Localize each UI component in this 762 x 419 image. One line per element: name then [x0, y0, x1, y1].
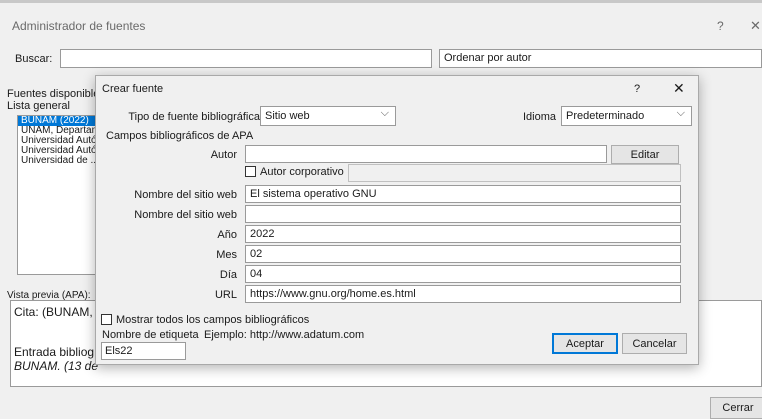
website-name-input-2[interactable]	[245, 205, 681, 223]
corporate-author-label: Autor corporativo	[260, 166, 344, 178]
language-select[interactable]: Predeterminado ⌵	[561, 106, 692, 126]
window-top-border	[0, 0, 762, 3]
search-label: Buscar:	[15, 53, 53, 65]
chevron-down-icon: ⌵	[380, 107, 389, 119]
show-all-fields-checkbox[interactable]	[101, 314, 112, 325]
close-button[interactable]: Cerrar	[710, 397, 762, 419]
search-input[interactable]	[60, 49, 432, 68]
tag-example-text: Ejemplo: http://www.adatum.com	[204, 329, 365, 341]
list-item[interactable]: Universidad de ...	[18, 156, 106, 166]
help-button[interactable]: ?	[717, 19, 724, 33]
url-label: URL	[214, 289, 237, 301]
dialog-title: Crear fuente	[102, 83, 164, 95]
edit-author-button[interactable]: Editar	[611, 145, 679, 164]
corporate-author-checkbox[interactable]	[245, 166, 256, 177]
sort-dropdown[interactable]: Ordenar por autor	[439, 49, 762, 68]
dialog-help-button[interactable]: ?	[634, 83, 640, 95]
day-label: Día	[219, 269, 237, 281]
window-title: Administrador de fuentes	[12, 19, 146, 33]
month-label: Mes	[216, 249, 237, 261]
preview-entry-label: Entrada bibliog	[14, 345, 95, 359]
month-input[interactable]: 02	[245, 245, 681, 263]
website-name-label: Nombre del sitio web	[134, 189, 237, 201]
website-name-input[interactable]: El sistema operativo GNU	[245, 185, 681, 203]
chevron-down-icon: ⌵	[676, 107, 685, 119]
source-type-value: Sitio web	[265, 110, 310, 122]
close-icon[interactable]: ✕	[750, 18, 761, 34]
author-input[interactable]	[245, 145, 607, 163]
language-label: Idioma	[523, 111, 557, 123]
master-list-label: Lista general	[7, 100, 70, 112]
preview-citation: Cita: (BUNAM,	[14, 305, 93, 319]
accept-button[interactable]: Aceptar	[552, 333, 618, 354]
show-all-fields-label: Mostrar todos los campos bibliográficos	[116, 314, 310, 326]
cancel-button[interactable]: Cancelar	[622, 333, 687, 354]
author-label: Autor	[210, 149, 237, 161]
apa-fields-heading: Campos bibliográficos de APA	[106, 130, 254, 142]
master-source-list[interactable]: BUNAM (2022) UNAM, Departamento... Unive…	[17, 115, 107, 275]
create-source-dialog: Crear fuente ? ✕ Tipo de fuente bibliogr…	[95, 75, 699, 365]
day-input[interactable]: 04	[245, 265, 681, 283]
url-input[interactable]: https://www.gnu.org/home.es.html	[245, 285, 681, 303]
tag-name-label: Nombre de etiqueta	[102, 329, 199, 341]
source-type-label: Tipo de fuente bibliográfica	[128, 111, 260, 123]
dialog-close-icon[interactable]: ✕	[673, 80, 685, 97]
website-name-label-2: Nombre del sitio web	[134, 209, 237, 221]
year-input[interactable]: 2022	[245, 225, 681, 243]
source-type-select[interactable]: Sitio web ⌵	[260, 106, 396, 126]
language-value: Predeterminado	[566, 110, 645, 122]
tag-name-input[interactable]: Els22	[101, 342, 186, 360]
preview-entry-text: BUNAM. (13 de	[14, 359, 99, 373]
corporate-author-input	[348, 164, 681, 182]
year-label: Año	[217, 229, 237, 241]
